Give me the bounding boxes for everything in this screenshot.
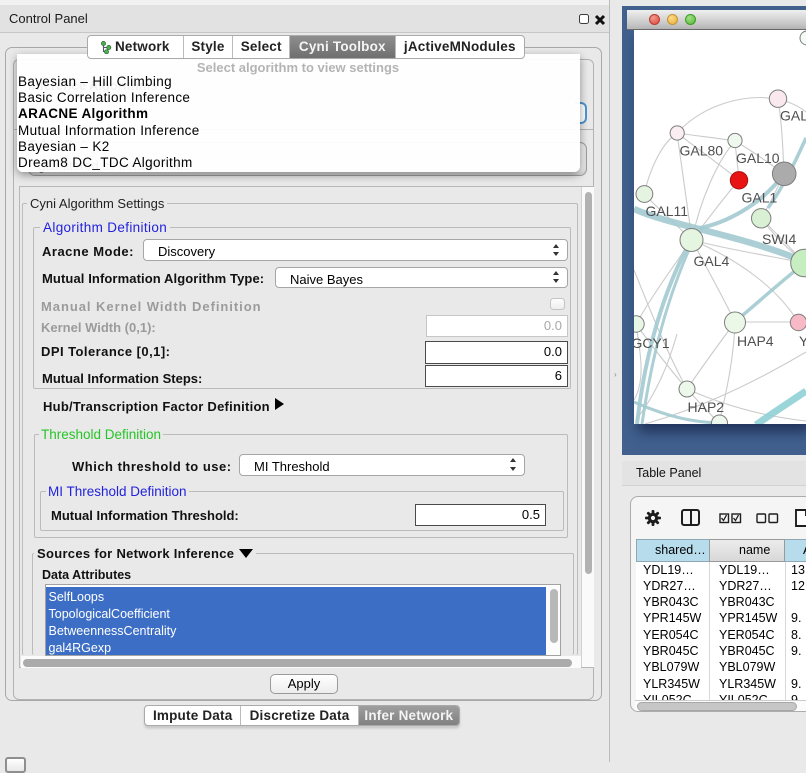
svg-text:HAP2: HAP2 bbox=[688, 399, 725, 415]
svg-text:GAL: GAL bbox=[780, 108, 806, 124]
svg-text:Y: Y bbox=[799, 333, 806, 349]
svg-text:HAP4: HAP4 bbox=[737, 333, 774, 349]
svg-text:GAL80: GAL80 bbox=[680, 143, 724, 159]
svg-text:GAL1: GAL1 bbox=[742, 190, 778, 206]
svg-text:GAL10: GAL10 bbox=[736, 150, 780, 166]
svg-text:GCY1: GCY1 bbox=[634, 335, 670, 351]
svg-text:SWI4: SWI4 bbox=[762, 231, 796, 247]
svg-text:GAL11: GAL11 bbox=[646, 203, 689, 219]
svg-text:GAL4: GAL4 bbox=[694, 253, 730, 269]
